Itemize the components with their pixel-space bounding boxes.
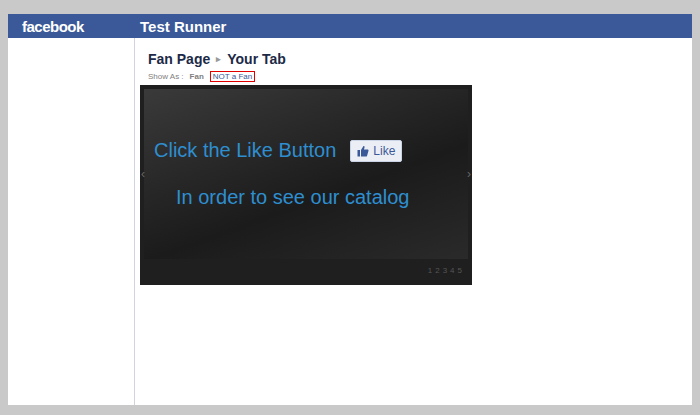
page-link[interactable]: 2 — [435, 266, 439, 275]
breadcrumb-separator: ▸ — [216, 54, 221, 64]
main-content: Fan Page▸Your TabShow As :FanNOT a Fan‹C… — [135, 38, 692, 405]
page-link[interactable]: 4 — [450, 266, 454, 275]
page-link[interactable]: 5 — [458, 266, 462, 275]
breadcrumb-item: Your Tab — [227, 51, 286, 67]
prev-arrow[interactable]: ‹ — [141, 167, 145, 181]
breadcrumb: Fan Page ▸ Your Tab — [140, 51, 692, 67]
left-column — [8, 38, 135, 405]
show-as: Show As :FanNOT a Fan — [140, 67, 692, 82]
show-as-label: Show As : — [148, 72, 184, 81]
next-arrow[interactable]: › — [467, 167, 471, 181]
banner-headline: Click the Like ButtonLike — [154, 139, 456, 162]
app-title[interactable]: Test Runner — [134, 18, 226, 35]
thumb-up-icon — [357, 145, 369, 157]
banner-subline: In order to see our catalog — [154, 186, 456, 209]
banner-photo: ‹ Click the Like ButtonLike In order to se… — [144, 89, 468, 259]
page-link[interactable]: 1 — [428, 266, 432, 275]
like-button[interactable]: Like — [350, 140, 402, 162]
page-link[interactable]: 3 — [443, 266, 447, 275]
show-as-option[interactable]: Fan — [187, 71, 207, 82]
pagination: 12345 — [144, 259, 468, 281]
catalog-banner: ‹ Click the Like ButtonLike In order to se… — [140, 85, 472, 285]
page-body: Fan Page▸Your TabShow As :FanNOT a Fan‹C… — [8, 38, 692, 405]
browser-frame: facebookTest RunnerFan Page▸Your TabShow… — [0, 0, 700, 415]
top-bar: facebookTest Runner — [8, 14, 692, 38]
breadcrumb-item[interactable]: Fan Page — [148, 51, 210, 67]
show-as-option[interactable]: NOT a Fan — [210, 71, 255, 82]
facebook-logo[interactable]: facebook — [8, 18, 134, 35]
